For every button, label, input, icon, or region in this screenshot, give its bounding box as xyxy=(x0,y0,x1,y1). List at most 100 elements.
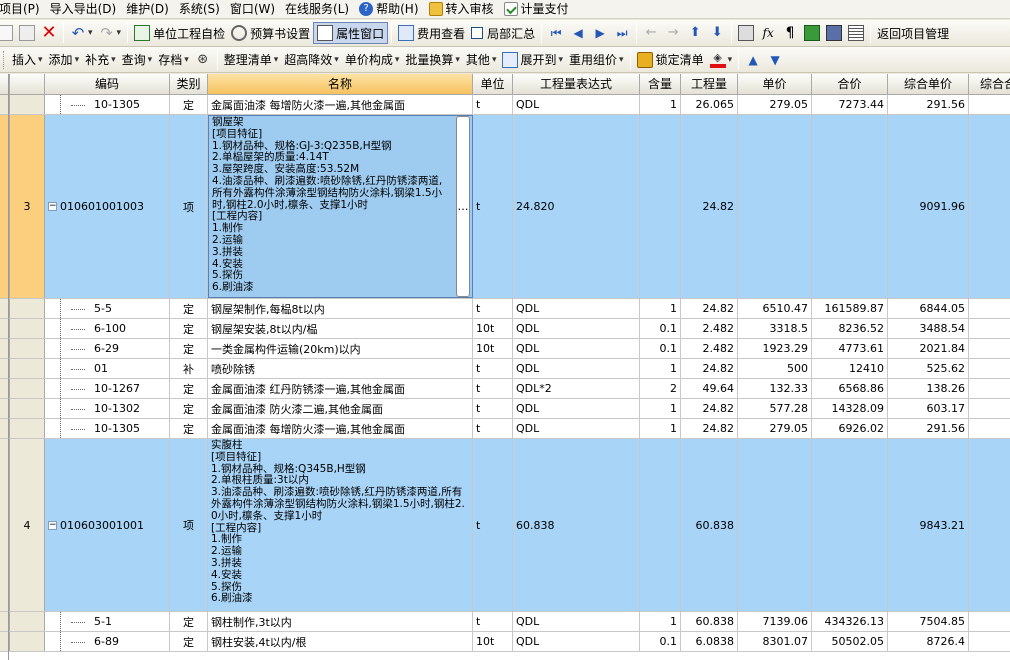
cell-price[interactable]: 279.05 xyxy=(738,95,812,114)
unit-check-button[interactable]: 单位工程自检 xyxy=(131,22,228,44)
cell-comp-price[interactable]: 603.17 xyxy=(888,399,969,418)
collapse-icon[interactable]: − xyxy=(48,520,57,530)
cell-unit[interactable]: 10t xyxy=(473,339,513,358)
cell-comp-total[interactable]: 13 xyxy=(969,359,1010,378)
cell-name[interactable]: 钢柱安装,4t以内/根 xyxy=(208,632,473,651)
cell-qty[interactable]: 26.065 xyxy=(681,95,738,114)
cell-comp-price[interactable]: 3488.54 xyxy=(888,319,969,338)
cell-type[interactable]: 定 xyxy=(170,379,208,398)
cell-content[interactable]: 0.1 xyxy=(640,319,681,338)
menu-transfer-audit[interactable]: 转入审核 xyxy=(424,0,499,18)
quota-row[interactable]: 5-5 定钢屋架制作,每榀8t以内 t QDL 1 24.82 6510.47 161589.… xyxy=(0,299,1010,319)
cell-qty[interactable]: 24.82 xyxy=(681,359,738,378)
cell-type[interactable]: 定 xyxy=(170,612,208,631)
cell-expr[interactable]: QDL xyxy=(513,612,640,631)
cell-content[interactable]: 1 xyxy=(640,419,681,438)
cell-comp-total[interactable]: 598 xyxy=(969,439,1010,611)
cell-expr[interactable]: QDL xyxy=(513,95,640,114)
cell-qty[interactable]: 60.838 xyxy=(681,439,738,611)
cell-price[interactable]: 3318.5 xyxy=(738,319,812,338)
fee-view-button[interactable]: 费用查看 xyxy=(395,22,468,44)
row-down-button[interactable]: ▼ xyxy=(764,49,786,71)
cell-content[interactable]: 1 xyxy=(640,299,681,318)
cell-unit[interactable]: t xyxy=(473,299,513,318)
cell-code[interactable]: −010601001003 xyxy=(45,115,170,298)
other-button[interactable]: 其他 xyxy=(463,49,500,71)
move-up-button[interactable]: ⬆ xyxy=(684,22,706,44)
cell-qty[interactable]: 60.838 xyxy=(681,612,738,631)
cell-comp-total[interactable]: 7 xyxy=(969,419,1010,438)
cell-comp-price[interactable]: 525.62 xyxy=(888,359,969,378)
cell-type[interactable]: 定 xyxy=(170,95,208,114)
cell-expr[interactable]: 24.820 xyxy=(513,115,640,298)
delete-button[interactable]: ✕ xyxy=(38,22,60,44)
list-button[interactable] xyxy=(845,22,867,44)
cell-qty[interactable]: 24.82 xyxy=(681,399,738,418)
find-button[interactable]: ⊛ xyxy=(192,49,214,71)
cell-total[interactable]: 161589.87 xyxy=(812,299,888,318)
formula-button[interactable]: fx xyxy=(757,22,779,44)
cell-code[interactable]: 10-1305 xyxy=(45,419,170,438)
cell-unit[interactable]: 10t xyxy=(473,632,513,651)
menu-project[interactable]: 项目(P) xyxy=(0,0,45,18)
cell-unit[interactable]: t xyxy=(473,419,513,438)
menu-window[interactable]: 窗口(W) xyxy=(225,0,280,18)
supplement-button[interactable]: 补充 xyxy=(82,49,119,71)
cell-name[interactable]: 钢屋架安装,8t以内/榀 xyxy=(208,319,473,338)
cell-price[interactable]: 279.05 xyxy=(738,419,812,438)
prev-record-button[interactable]: ◀ xyxy=(567,22,589,44)
quota-row[interactable]: 10-1305 定金属面油漆 每增防火漆一遍,其他金属面 t QDL 1 24.82 279… xyxy=(0,419,1010,439)
cell-comp-total[interactable]: 8 xyxy=(969,319,1010,338)
cell-total[interactable] xyxy=(812,439,888,611)
cell-qty[interactable]: 49.64 xyxy=(681,379,738,398)
cell-name[interactable]: 钢屋架制作,每榀8t以内 xyxy=(208,299,473,318)
bill-item-row[interactable]: 3−010601001003 项钢屋架 [项目特征] 1.钢材品种、规格:GJ-3… xyxy=(0,115,1010,299)
cell-total[interactable]: 6568.86 xyxy=(812,379,888,398)
menu-online-service[interactable]: 在线服务(L) xyxy=(280,0,354,18)
fill-color-button[interactable]: ◈ xyxy=(707,49,736,71)
quota-row[interactable]: 6-89 定钢柱安装,4t以内/根 10t QDL 0.1 6.0838 8301.07 50… xyxy=(0,632,1010,652)
next-record-button[interactable]: ▶ xyxy=(589,22,611,44)
cell-expr[interactable]: QDL xyxy=(513,399,640,418)
edit-ellipsis-button[interactable]: … xyxy=(456,116,470,297)
cell-code[interactable]: 5-1 xyxy=(45,612,170,631)
cell-total[interactable]: 7273.44 xyxy=(812,95,888,114)
cell-name[interactable]: 金属面油漆 防火漆二遍,其他金属面 xyxy=(208,399,473,418)
header-comp-total[interactable]: 综合合价 xyxy=(969,74,1010,95)
cell-comp-total[interactable]: 7 xyxy=(969,95,1010,114)
bill-item-row[interactable]: 4−010603001001 项实腹柱 [项目特征] 1.钢材品种、规格:Q345… xyxy=(0,439,1010,612)
cell-total[interactable]: 4773.61 xyxy=(812,339,888,358)
cell-qty[interactable]: 24.82 xyxy=(681,299,738,318)
cell-type[interactable]: 定 xyxy=(170,419,208,438)
cell-code[interactable]: 10-1302 xyxy=(45,399,170,418)
menu-system[interactable]: 系统(S) xyxy=(174,0,225,18)
move-down-button[interactable]: ⬇ xyxy=(706,22,728,44)
move-left-button[interactable]: ← xyxy=(640,22,662,44)
cell-code[interactable]: 5-5 xyxy=(45,299,170,318)
cell-comp-total[interactable]: 6 xyxy=(969,379,1010,398)
cell-type[interactable]: 定 xyxy=(170,319,208,338)
row-up-button[interactable]: ▲ xyxy=(742,49,764,71)
cell-code[interactable]: 10-1267 xyxy=(45,379,170,398)
cell-comp-total[interactable]: 14 xyxy=(969,399,1010,418)
cell-price[interactable]: 500 xyxy=(738,359,812,378)
cell-type[interactable]: 定 xyxy=(170,632,208,651)
cell-price[interactable] xyxy=(738,115,812,298)
cell-name[interactable]: 钢屋架 [项目特征] 1.钢材品种、规格:GJ-3:Q235B,H型钢 2.单榀… xyxy=(208,115,473,298)
cell-content[interactable]: 0.1 xyxy=(640,632,681,651)
budget-settings-button[interactable]: 预算书设置 xyxy=(228,22,313,44)
cell-total[interactable]: 8236.52 xyxy=(812,319,888,338)
cell-qty[interactable]: 2.482 xyxy=(681,339,738,358)
cell-qty[interactable]: 24.82 xyxy=(681,419,738,438)
cell-comp-price[interactable]: 6844.05 xyxy=(888,299,969,318)
cell-price[interactable]: 7139.06 xyxy=(738,612,812,631)
cell-total[interactable]: 12410 xyxy=(812,359,888,378)
cell-name[interactable]: 金属面油漆 每增防火漆一遍,其他金属面 xyxy=(208,95,473,114)
cell-code[interactable]: 01 xyxy=(45,359,170,378)
menu-maintenance[interactable]: 维护(D) xyxy=(121,0,174,18)
cell-total[interactable]: 50502.05 xyxy=(812,632,888,651)
cell-price[interactable]: 6510.47 xyxy=(738,299,812,318)
left-splitter[interactable] xyxy=(8,74,9,660)
cell-comp-price[interactable]: 8726.4 xyxy=(888,632,969,651)
cell-code[interactable]: −010603001001 xyxy=(45,439,170,611)
